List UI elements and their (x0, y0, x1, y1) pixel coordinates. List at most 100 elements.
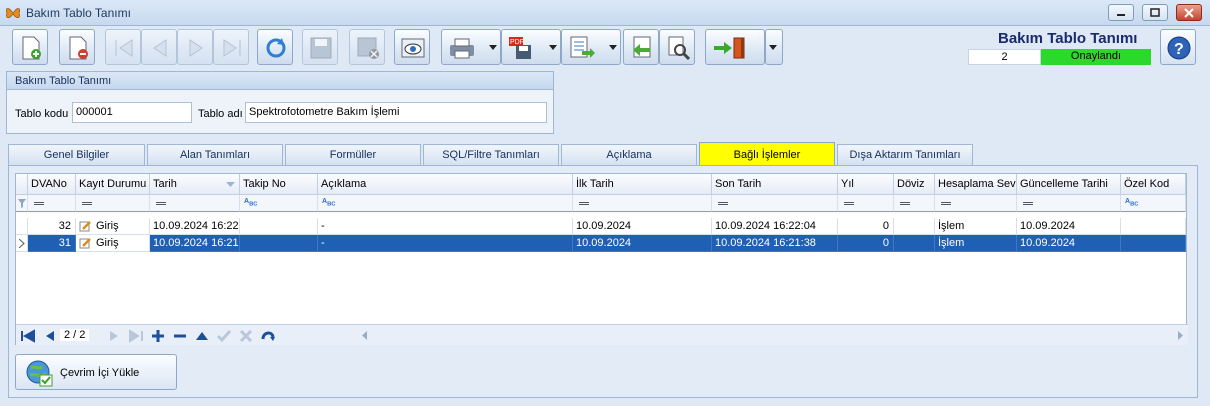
add-row-icon[interactable] (150, 328, 166, 344)
table-row[interactable]: 31 Giriş 10.09.2024 16:21 - 10.09.2024 1… (16, 235, 1188, 252)
post-edit-icon[interactable] (216, 328, 232, 344)
row-indicator (16, 218, 28, 235)
load-online-button[interactable]: Çevrim İçi Yükle (15, 354, 177, 390)
filter-takip-no[interactable]: ABC (240, 195, 318, 212)
tab-fields[interactable]: Alan Tanımları (147, 144, 283, 166)
filter-yil[interactable] (838, 195, 894, 212)
col-aciklama[interactable]: Açıklama (318, 174, 573, 195)
tab-linked-operations[interactable]: Bağlı İşlemler (699, 142, 835, 167)
col-tarih[interactable]: Tarih (150, 174, 240, 195)
record-id: 2 (968, 49, 1041, 65)
table-row[interactable]: 32 Giriş 10.09.2024 16:22 - 10.09.2024 1… (16, 218, 1188, 235)
pdf-save-button[interactable]: PDF (501, 29, 561, 65)
text-filter-icon: ABC (1125, 198, 1139, 208)
close-window-button[interactable] (1176, 4, 1202, 21)
previous-page-icon[interactable] (42, 328, 58, 344)
save-close-button[interactable] (349, 29, 385, 65)
next-record-button[interactable] (177, 29, 213, 65)
col-takip-no[interactable]: Takip No (240, 174, 318, 195)
filter-guncelleme[interactable] (1017, 195, 1121, 212)
col-hesaplama[interactable]: Hesaplama Sevi (935, 174, 1017, 195)
tab-description[interactable]: Açıklama (561, 144, 697, 166)
delete-document-icon (69, 36, 88, 60)
tools-button[interactable] (659, 29, 695, 65)
last-page-icon[interactable] (128, 328, 144, 344)
filter-aciklama[interactable]: ABC (318, 195, 573, 212)
next-page-icon[interactable] (106, 328, 122, 344)
first-record-button[interactable] (105, 29, 141, 65)
equals-filter-icon (718, 202, 728, 205)
first-page-icon[interactable] (20, 328, 36, 344)
tab-formulas[interactable]: Formüller (285, 144, 421, 166)
tools-icon (668, 36, 690, 60)
cell-kayit-durumu: Giriş (76, 218, 150, 235)
previous-record-button[interactable] (141, 29, 177, 65)
refresh-grid-icon[interactable] (260, 328, 276, 344)
filter-tarih[interactable] (150, 195, 240, 212)
col-yil[interactable]: Yıl (838, 174, 894, 195)
code-field[interactable]: 000001 (72, 102, 192, 123)
filter-indicator (16, 195, 28, 212)
equals-filter-icon (900, 202, 910, 205)
help-icon: ? (1167, 36, 1191, 60)
cell-dvano: 31 (28, 235, 76, 252)
name-field[interactable]: Spektrofotometre Bakım İşlemi (245, 102, 547, 123)
equals-filter-icon (579, 202, 589, 205)
scroll-right-icon[interactable] (1178, 331, 1184, 340)
group-title: Bakım Tablo Tanımı (7, 72, 553, 90)
edit-row-icon[interactable] (194, 328, 210, 344)
remove-row-icon[interactable] (172, 328, 188, 344)
maximize-button[interactable] (1142, 4, 1168, 21)
scroll-left-icon[interactable] (362, 331, 368, 340)
import-button[interactable] (623, 29, 659, 65)
edit-pencil-icon (79, 238, 91, 249)
save-icon (310, 37, 332, 59)
cell-yil: 0 (838, 235, 894, 252)
tab-sql-filter[interactable]: SQL/Filtre Tanımları (423, 144, 559, 166)
globe-check-icon (26, 360, 53, 387)
edit-pencil-icon (79, 221, 91, 232)
filter-kayit-durumu[interactable] (76, 195, 150, 212)
import-icon (633, 36, 651, 58)
minimize-button[interactable] (1108, 4, 1134, 21)
page-indicator: 2 / 2 (60, 329, 90, 341)
cell-tarih: 10.09.2024 16:21 (150, 235, 240, 252)
filter-dvano[interactable] (28, 195, 76, 212)
filter-ozel-kod[interactable]: ABC (1121, 195, 1186, 212)
preview-button[interactable] (394, 29, 430, 65)
cell-ilk-tarih: 10.09.2024 (573, 218, 712, 235)
filter-ilk-tarih[interactable] (573, 195, 712, 212)
next-record-icon (189, 39, 203, 57)
filter-hesaplama[interactable] (935, 195, 1017, 212)
col-ilk-tarih[interactable]: İlk Tarih (573, 174, 712, 195)
last-record-button[interactable] (213, 29, 249, 65)
help-button[interactable]: ? (1160, 29, 1196, 65)
col-tarih-label: Tarih (153, 178, 177, 190)
filter-doviz[interactable] (894, 195, 935, 212)
last-record-icon (223, 39, 241, 57)
delete-button[interactable] (59, 29, 95, 65)
exit-button[interactable] (705, 29, 765, 65)
col-dvano[interactable]: DVANo (28, 174, 76, 195)
tab-export-definitions[interactable]: Dışa Aktarım Tanımları (837, 144, 973, 166)
tab-general[interactable]: Genel Bilgiler (8, 144, 145, 166)
data-grid: DVANo Kayıt Durumu Tarih Takip No Açıkla… (15, 173, 1188, 345)
col-guncelleme[interactable]: Güncelleme Tarihi (1017, 174, 1121, 195)
new-button[interactable] (12, 29, 48, 65)
cell-ilk-tarih: 10.09.2024 (573, 235, 712, 252)
col-doviz[interactable]: Döviz (894, 174, 935, 195)
col-son-tarih[interactable]: Son Tarih (712, 174, 838, 195)
row-indicator (16, 235, 28, 252)
maximize-icon (1150, 8, 1160, 17)
export-button[interactable] (561, 29, 621, 65)
code-label: Tablo kodu (15, 108, 69, 120)
save-button[interactable] (302, 29, 338, 65)
refresh-button[interactable] (257, 29, 293, 65)
title-bar: Bakım Tablo Tanımı (0, 0, 1210, 26)
col-ozel-kod[interactable]: Özel Kod (1121, 174, 1186, 195)
cancel-edit-icon[interactable] (238, 328, 254, 344)
filter-son-tarih[interactable] (712, 195, 838, 212)
exit-dropdown-button[interactable] (765, 29, 783, 65)
col-kayit-durumu[interactable]: Kayıt Durumu (76, 174, 150, 195)
print-button[interactable] (441, 29, 501, 65)
